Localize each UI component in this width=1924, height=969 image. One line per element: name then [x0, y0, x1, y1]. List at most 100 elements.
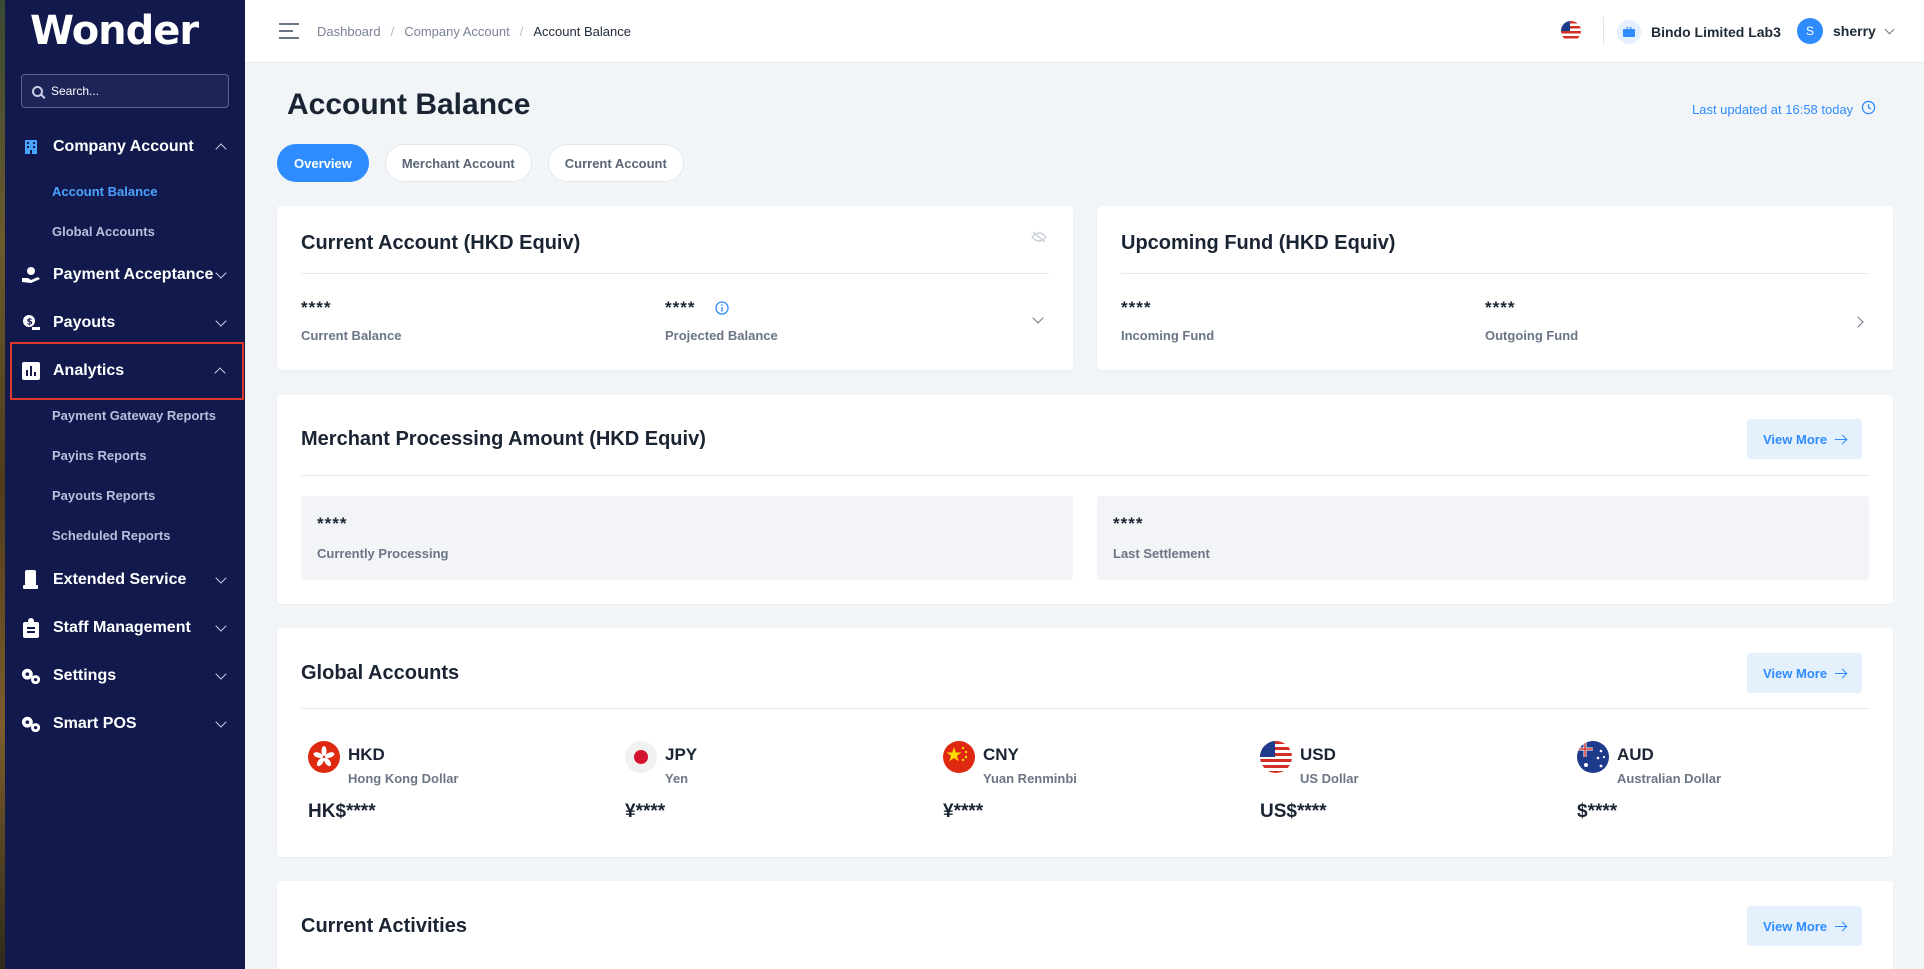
staff-icon [21, 618, 41, 638]
briefcase-icon [1617, 20, 1641, 44]
avatar: S [1797, 18, 1823, 44]
sidebar-item-account-balance[interactable]: Account Balance [52, 184, 157, 199]
arrow-right-icon [1835, 434, 1847, 445]
sidebar-group-extended-service[interactable]: Extended Service [5, 559, 245, 601]
sidebar: Wonder Company Account Account Balance G… [5, 0, 245, 969]
outgoing-fund-label: Outgoing Fund [1485, 328, 1579, 343]
chevron-up-icon [214, 367, 226, 379]
sidebar-group-label: Company Account [53, 138, 194, 155]
card-title: Current Activities [301, 915, 467, 937]
sidebar-group-label: Smart POS [53, 715, 137, 732]
sidebar-group-settings[interactable]: Settings [5, 655, 245, 697]
sidebar-item-payouts-reports[interactable]: Payouts Reports [52, 488, 155, 503]
payout-icon: $ [21, 313, 41, 333]
sidebar-group-label: Settings [53, 667, 117, 684]
sidebar-group-company-account[interactable]: Company Account [5, 126, 245, 168]
view-more-button[interactable]: View More [1747, 653, 1863, 693]
currency-code: AUD [1617, 745, 1654, 764]
currency-code: JPY [665, 745, 698, 764]
jp-flag-icon [625, 741, 657, 773]
sidebar-group-label: Staff Management [53, 619, 191, 636]
divider [301, 273, 1049, 274]
view-more-button[interactable]: View More [1747, 906, 1863, 946]
current-account-card: Current Account (HKD Equiv) **** Current… [277, 206, 1073, 370]
chevron-down-icon[interactable] [1032, 312, 1044, 324]
search-input[interactable] [51, 84, 221, 98]
top-bar: Dashboard / Company Account / Account Ba… [245, 0, 1924, 63]
gears-icon [21, 666, 41, 686]
last-updated-refresh[interactable]: Last updated at 16:58 today [1692, 100, 1876, 118]
tab-current-account[interactable]: Current Account [547, 144, 684, 182]
sidebar-item-scheduled-reports[interactable]: Scheduled Reports [52, 528, 170, 543]
currently-processing-label: Currently Processing [317, 546, 449, 561]
sidebar-group-staff-management[interactable]: Staff Management [5, 607, 245, 649]
chevron-down-icon [1884, 24, 1895, 34]
chart-icon [21, 361, 41, 381]
card-title: Global Accounts [301, 662, 460, 684]
upcoming-fund-card: Upcoming Fund (HKD Equiv) **** Incoming … [1097, 206, 1893, 370]
incoming-fund-label: Incoming Fund [1121, 328, 1215, 343]
projected-balance-label: Projected Balance [665, 328, 778, 343]
view-more-label: View More [1763, 665, 1828, 681]
last-settlement-value: **** [1113, 514, 1144, 533]
sidebar-group-label: Extended Service [53, 571, 187, 588]
breadcrumb-dashboard[interactable]: Dashboard [317, 24, 381, 39]
view-more-button[interactable]: View More [1747, 419, 1863, 459]
tab-merchant-account[interactable]: Merchant Account [384, 144, 532, 182]
last-settlement-box: **** Last Settlement [1097, 496, 1869, 580]
projected-balance-value: **** [665, 298, 696, 317]
divider [301, 708, 1869, 709]
breadcrumb-account-balance: Account Balance [533, 24, 631, 39]
currency-name: Yuan Renminbi [983, 771, 1077, 786]
currency-amount: HK$**** [308, 801, 376, 822]
sidebar-item-payment-gateway-reports[interactable]: Payment Gateway Reports [52, 408, 216, 423]
company-switcher[interactable]: Bindo Limited Lab3 [1617, 20, 1781, 44]
outgoing-fund-value: **** [1485, 298, 1516, 317]
building-icon [21, 137, 41, 157]
merchant-processing-card: Merchant Processing Amount (HKD Equiv) V… [277, 395, 1893, 604]
sidebar-group-label: Payouts [53, 314, 116, 331]
history-icon [1861, 100, 1876, 118]
chevron-right-icon[interactable] [1852, 316, 1864, 328]
currency-amount: US$**** [1260, 801, 1327, 822]
info-icon[interactable] [715, 301, 729, 320]
hk-flag-icon [308, 741, 340, 773]
chevron-down-icon [215, 668, 227, 680]
currency-code: CNY [983, 745, 1019, 764]
app-logo: Wonder [30, 8, 199, 54]
current-balance-label: Current Balance [301, 328, 402, 343]
currency-name: US Dollar [1300, 771, 1359, 786]
divider [301, 475, 1869, 476]
sidebar-search[interactable] [21, 74, 229, 108]
sidebar-group-payouts[interactable]: $ Payouts [5, 302, 245, 344]
current-balance-value: **** [301, 298, 332, 317]
view-more-label: View More [1763, 918, 1828, 934]
language-us-flag-icon[interactable] [1561, 21, 1581, 41]
sidebar-item-global-accounts[interactable]: Global Accounts [52, 224, 155, 239]
hide-balance-eye-icon[interactable] [1031, 230, 1047, 248]
arrow-right-icon [1835, 921, 1847, 932]
currently-processing-value: **** [317, 514, 348, 533]
sidebar-item-payins-reports[interactable]: Payins Reports [52, 448, 147, 463]
view-more-label: View More [1763, 431, 1828, 447]
currency-code: USD [1300, 745, 1336, 764]
divider [1121, 273, 1869, 274]
breadcrumb-company-account[interactable]: Company Account [404, 24, 510, 39]
global-accounts-card: Global Accounts View More HKD Hong Kong … [277, 628, 1893, 857]
us-flag-icon [1260, 741, 1292, 773]
tab-overview[interactable]: Overview [277, 144, 369, 182]
last-settlement-label: Last Settlement [1113, 546, 1210, 561]
user-menu[interactable]: S sherry [1797, 18, 1895, 44]
chevron-down-icon [215, 716, 227, 728]
menu-toggle-icon[interactable] [279, 23, 299, 40]
au-flag-icon [1577, 741, 1609, 773]
sidebar-group-payment-acceptance[interactable]: Payment Acceptance [5, 254, 245, 296]
cn-flag-icon [943, 741, 975, 773]
currency-name: Yen [665, 771, 689, 786]
breadcrumb-separator: / [519, 24, 524, 39]
sidebar-group-smart-pos[interactable]: Smart POS [5, 703, 245, 745]
search-icon [32, 85, 43, 97]
sidebar-group-analytics[interactable]: Analytics [10, 342, 244, 400]
page-title: Account Balance [287, 88, 531, 121]
gears-icon [21, 714, 41, 734]
